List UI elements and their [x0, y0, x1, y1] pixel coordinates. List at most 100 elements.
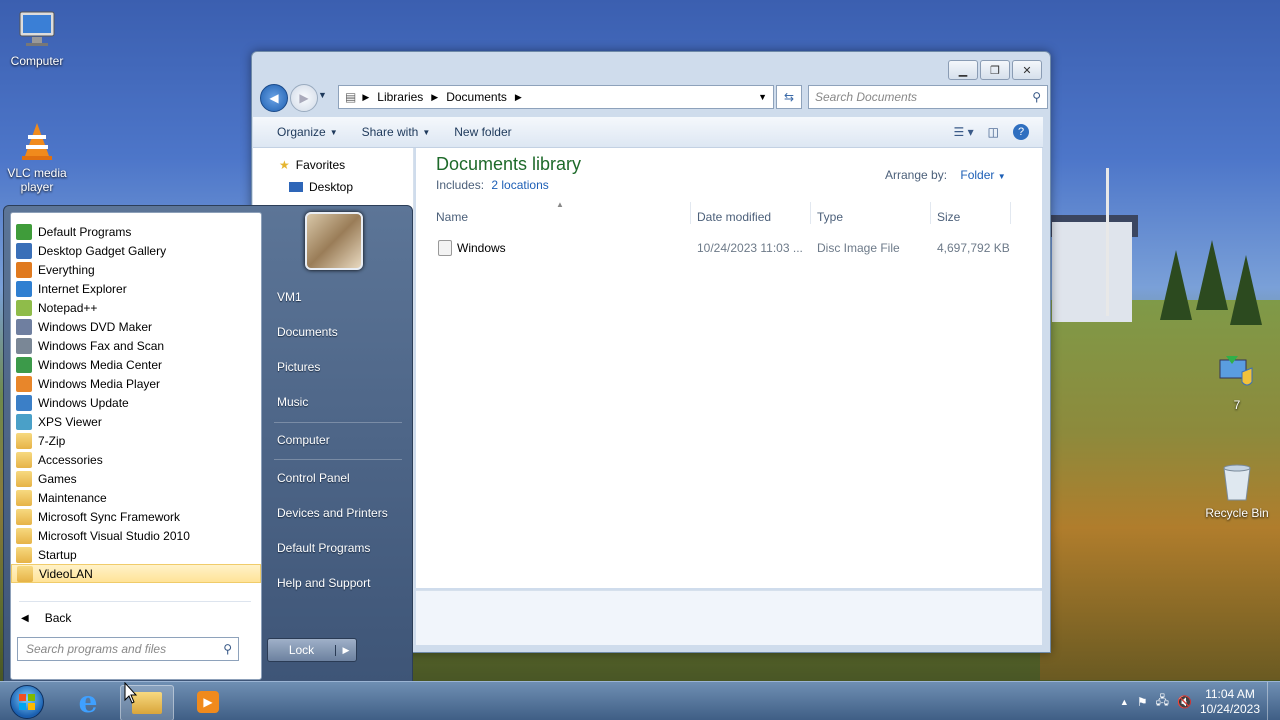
taskbar-media-player[interactable]: ▶: [182, 685, 234, 719]
desktop-icon-recycle-bin[interactable]: Recycle Bin: [1201, 460, 1273, 520]
minimize-button[interactable]: ▁: [948, 60, 978, 80]
column-header-date[interactable]: Date modified: [697, 210, 771, 224]
program-label: XPS Viewer: [38, 414, 102, 429]
address-dropdown-icon[interactable]: ▼: [758, 92, 767, 102]
breadcrumb-chevron-icon[interactable]: ▶: [515, 92, 522, 103]
refresh-button[interactable]: ⇆: [776, 85, 802, 109]
taskbar-internet-explorer[interactable]: e: [62, 685, 114, 720]
program-item[interactable]: 7-Zip: [11, 431, 261, 450]
media-player-icon: [16, 375, 32, 392]
wallpaper-tree: [1196, 240, 1228, 310]
program-item[interactable]: Startup: [11, 545, 261, 564]
address-row: ◀ ▶ ▼ ▤ ▶ Libraries ▶ Documents ▶ ▼ ⇆ Se…: [260, 82, 1048, 112]
column-divider[interactable]: [810, 202, 811, 224]
new-folder-label: New folder: [454, 125, 512, 139]
column-divider[interactable]: [930, 202, 931, 224]
program-item[interactable]: Microsoft Visual Studio 2010: [11, 526, 261, 545]
program-item[interactable]: Maintenance: [11, 488, 261, 507]
arrange-by-dropdown[interactable]: Folder ▼: [960, 168, 1005, 182]
nav-desktop[interactable]: Desktop: [289, 180, 353, 194]
start-item-help-support[interactable]: Help and Support: [277, 576, 370, 590]
start-item-music[interactable]: Music: [277, 395, 308, 409]
program-label: Windows Media Center: [38, 357, 163, 372]
desktop-icon-network[interactable]: 7: [1201, 352, 1273, 412]
program-item[interactable]: Windows Update: [11, 393, 261, 412]
preview-pane-icon[interactable]: ◫: [988, 125, 999, 139]
breadcrumb-chevron-icon[interactable]: ▶: [431, 92, 438, 103]
program-item[interactable]: VideoLAN: [11, 564, 261, 583]
network-icon[interactable]: 🖧: [1156, 691, 1169, 712]
column-header-type[interactable]: Type: [817, 210, 843, 224]
start-item-pictures[interactable]: Pictures: [277, 360, 320, 374]
program-item[interactable]: Internet Explorer: [11, 279, 261, 298]
show-desktop-button[interactable]: [1267, 682, 1280, 720]
program-item[interactable]: Microsoft Sync Framework: [11, 507, 261, 526]
arrange-by-row: Arrange by: Folder ▼: [885, 168, 1006, 182]
computer-icon: [16, 8, 58, 50]
program-item[interactable]: Desktop Gadget Gallery: [11, 241, 261, 260]
program-item[interactable]: Default Programs: [11, 222, 261, 241]
chevron-down-icon: ▼: [997, 172, 1006, 181]
window-caption-buttons: ▁ ❐ ✕: [948, 60, 1042, 80]
file-size: 4,697,792 KB: [937, 241, 1010, 255]
breadcrumb-libraries[interactable]: Libraries: [377, 90, 423, 104]
start-item-computer[interactable]: Computer: [277, 433, 330, 447]
new-folder-button[interactable]: New folder: [442, 125, 523, 139]
program-item[interactable]: XPS Viewer: [11, 412, 261, 431]
search-input[interactable]: Search Documents: [809, 90, 1032, 104]
view-options-icon[interactable]: ☰ ▾: [954, 125, 974, 139]
search-box[interactable]: Search Documents ⚲: [808, 85, 1048, 109]
column-divider[interactable]: [690, 202, 691, 224]
recent-pages-chevron-icon[interactable]: ▼: [318, 90, 327, 100]
program-item[interactable]: Games: [11, 469, 261, 488]
address-bar[interactable]: ▤ ▶ Libraries ▶ Documents ▶ ▼: [338, 85, 774, 109]
share-with-button[interactable]: Share with ▼: [350, 125, 443, 139]
start-search-box[interactable]: Search programs and files ⚲: [17, 637, 239, 661]
program-item[interactable]: Notepad++: [11, 298, 261, 317]
volume-muted-icon[interactable]: 🔇: [1177, 695, 1192, 709]
column-header-size[interactable]: Size: [937, 210, 960, 224]
program-item[interactable]: Windows Media Center: [11, 355, 261, 374]
start-search-input[interactable]: Search programs and files: [18, 642, 223, 656]
desktop-icon-vlc[interactable]: VLC media player: [1, 120, 73, 194]
start-item-devices-printers[interactable]: Devices and Printers: [277, 506, 388, 520]
program-item[interactable]: Windows DVD Maker: [11, 317, 261, 336]
start-button[interactable]: [0, 685, 54, 719]
help-icon[interactable]: ?: [1013, 124, 1029, 140]
media-player-icon: ▶: [197, 691, 219, 713]
start-item-documents[interactable]: Documents: [277, 325, 338, 339]
forward-button[interactable]: ▶: [290, 84, 318, 112]
file-row[interactable]: Windows 10/24/2023 11:03 ... Disc Image …: [416, 238, 1042, 258]
user-avatar[interactable]: [305, 212, 363, 270]
clock[interactable]: 11:04 AM 10/24/2023: [1200, 687, 1260, 717]
desktop-icon-computer[interactable]: Computer: [1, 8, 73, 68]
lock-button[interactable]: Lock ▶: [267, 638, 357, 662]
nav-favorites[interactable]: ★ Favorites: [279, 158, 345, 172]
program-item[interactable]: Windows Fax and Scan: [11, 336, 261, 355]
show-hidden-icons-icon[interactable]: ▲: [1120, 697, 1129, 707]
program-item[interactable]: Windows Media Player: [11, 374, 261, 393]
program-label: Windows Fax and Scan: [38, 338, 165, 353]
file-name: Windows: [457, 241, 506, 255]
program-item[interactable]: Everything: [11, 260, 261, 279]
column-header-name[interactable]: Name: [436, 210, 468, 224]
start-item-control-panel[interactable]: Control Panel: [277, 471, 350, 485]
close-button[interactable]: ✕: [1012, 60, 1042, 80]
organize-button[interactable]: Organize ▼: [253, 125, 350, 139]
back-to-programs-button[interactable]: ◀ Back: [21, 611, 71, 625]
back-button[interactable]: ◀: [260, 84, 288, 112]
shutdown-options-arrow-icon[interactable]: ▶: [335, 644, 356, 656]
arrange-by-value: Folder: [960, 168, 995, 182]
column-divider[interactable]: [1010, 202, 1011, 224]
start-item-default-programs[interactable]: Default Programs: [277, 541, 370, 555]
breadcrumb-documents[interactable]: Documents: [446, 90, 507, 104]
all-programs-list: Default Programs Desktop Gadget Gallery Ev…: [10, 212, 262, 680]
breadcrumb-chevron-icon[interactable]: ▶: [362, 92, 369, 103]
program-item[interactable]: Accessories: [11, 450, 261, 469]
start-item-user[interactable]: VM1: [277, 290, 302, 304]
action-center-flag-icon[interactable]: ⚑: [1137, 695, 1148, 709]
program-label: Windows Update: [38, 395, 129, 410]
locations-link[interactable]: 2 locations: [491, 178, 548, 192]
folder-icon: [16, 432, 32, 449]
maximize-button[interactable]: ❐: [980, 60, 1010, 80]
